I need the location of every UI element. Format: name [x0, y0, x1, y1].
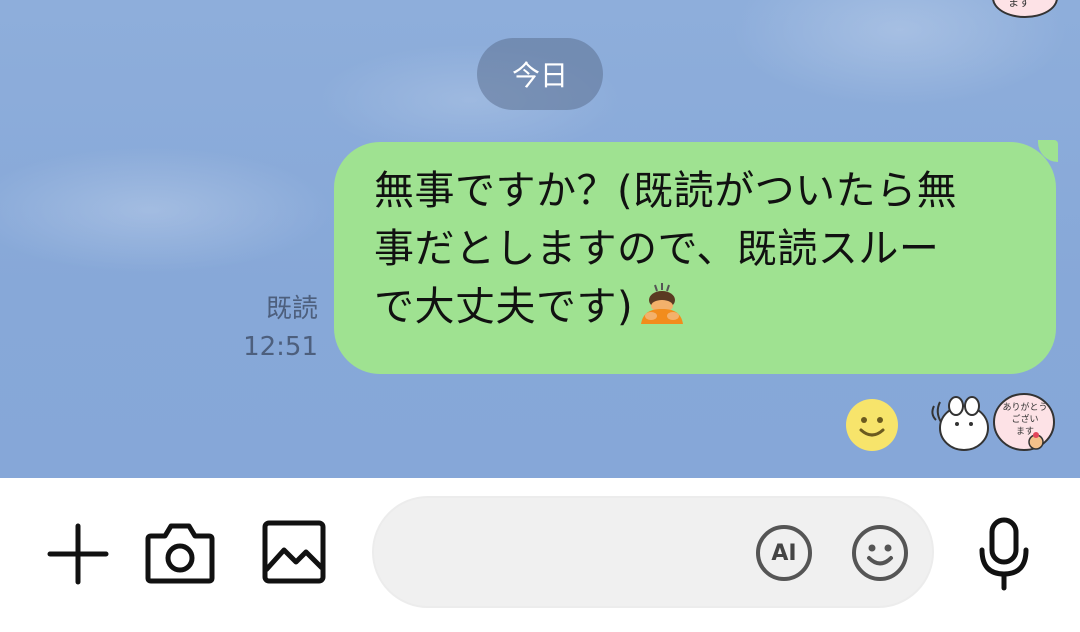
smiley-icon: [852, 525, 908, 581]
plus-icon: [47, 523, 109, 585]
sticker-text-line-1: ありがとう: [1002, 403, 1048, 413]
ai-label: AI: [771, 540, 797, 566]
message-line-2: 事だとしますので、既読スルー: [374, 226, 940, 272]
smiley-reaction-icon[interactable]: [845, 398, 899, 452]
microphone-icon: [979, 517, 1029, 591]
sticker-text: ありがとう ござい ます: [998, 402, 1052, 438]
emoji-button[interactable]: [850, 523, 910, 583]
date-separator: 今日: [477, 38, 603, 110]
chat-area[interactable]: ます 今日 既読 12:51 無事ですか？(既読がついたら無 事だとしますので、…: [0, 0, 1080, 478]
image-button[interactable]: [260, 518, 328, 586]
image-icon: [262, 520, 326, 584]
chat-screen: ます 今日 既読 12:51 無事ですか？(既読がついたら無 事だとしますので、…: [0, 0, 1080, 632]
read-status: 既読: [265, 294, 318, 324]
thank-you-sticker[interactable]: ありがとう ござい ます: [928, 392, 1056, 456]
camera-icon: [145, 523, 215, 584]
message-meta: 既読 12:51: [230, 290, 318, 366]
message-input-bar: AI: [0, 478, 1080, 632]
sticker-text-line-2: ござい: [1011, 415, 1039, 425]
sticker-text-line-3: ます: [1015, 427, 1034, 437]
microphone-button[interactable]: [974, 516, 1034, 592]
message-line-1: 無事ですか？(既読がついたら無: [374, 168, 958, 214]
message-bubble[interactable]: 無事ですか？(既読がついたら無 事だとしますので、既読スルー で大丈夫です): [334, 142, 1056, 374]
ai-button[interactable]: AI: [754, 523, 814, 583]
partial-sticker[interactable]: ます: [992, 0, 1058, 18]
date-label: 今日: [511, 59, 568, 92]
message-time: 12:51: [243, 332, 318, 362]
message-line-3-wrap: で大丈夫です): [374, 278, 1026, 336]
message-line-3: で大丈夫です): [374, 284, 634, 330]
camera-button[interactable]: [144, 518, 216, 588]
message-input[interactable]: [414, 524, 748, 582]
plus-button[interactable]: [44, 520, 112, 588]
message-field[interactable]: AI: [372, 496, 934, 608]
bowing-person-icon: [637, 282, 687, 326]
partial-sticker-text: ます: [1008, 0, 1030, 9]
